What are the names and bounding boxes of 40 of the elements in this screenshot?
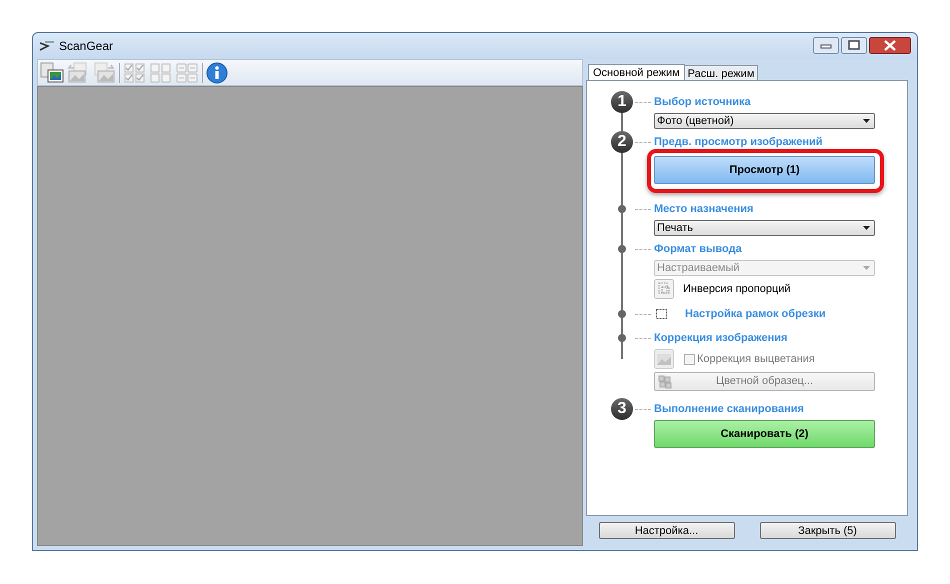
step-number: 2	[611, 131, 633, 153]
dropdown[interactable]: Печать	[654, 220, 875, 236]
footer-button[interactable]: Настройка...	[598, 522, 734, 539]
section-title: Место назначения	[654, 202, 754, 217]
step-number: 1	[611, 91, 633, 113]
step-number: 3	[611, 398, 633, 420]
fade-correction-icon	[654, 349, 674, 369]
color-swatch-icon	[658, 374, 672, 388]
option-label: Коррекция выцветания	[697, 352, 815, 367]
section-title: Предв. просмотр изображений	[654, 134, 823, 150]
crop-frame-icon[interactable]	[656, 309, 667, 319]
leader-line	[635, 408, 651, 410]
minimize-button[interactable]	[813, 37, 839, 54]
option-label: Инверсия пропорций	[683, 282, 791, 297]
preview-button[interactable]: Просмотр (1)	[654, 156, 875, 184]
thumbnail-view-icon[interactable]	[40, 62, 64, 84]
section-title: Выполнение сканирования	[654, 402, 804, 417]
caret-icon	[863, 226, 870, 230]
info-icon[interactable]	[206, 62, 228, 84]
clear-selection-icon[interactable]	[149, 62, 173, 84]
scanner-icon	[39, 40, 55, 52]
tab[interactable]: Расш. режим	[684, 65, 758, 80]
dropdown[interactable]: Фото (цветной)	[654, 113, 875, 129]
section-title: Формат вывода	[654, 242, 742, 257]
leader-line	[635, 248, 651, 250]
scan-button[interactable]: Сканировать (2)	[654, 420, 875, 448]
frames-grid-icon[interactable]	[175, 62, 199, 84]
section-title: Коррекция изображения	[654, 330, 788, 346]
leader-line	[635, 208, 651, 210]
window-title: ScanGear	[59, 38, 114, 55]
select-all-icon[interactable]	[123, 62, 147, 84]
footer-button[interactable]: Закрыть (5)	[760, 522, 896, 539]
close-button[interactable]	[869, 37, 911, 54]
maximize-button[interactable]	[841, 37, 867, 54]
caret-icon	[863, 266, 870, 270]
caret-icon	[863, 119, 870, 123]
section-title: Выбор источника	[654, 94, 751, 110]
rotate-right-icon[interactable]	[92, 62, 116, 84]
aspect-ratio-button[interactable]	[654, 279, 674, 299]
tab[interactable]: Основной режим	[588, 64, 685, 81]
